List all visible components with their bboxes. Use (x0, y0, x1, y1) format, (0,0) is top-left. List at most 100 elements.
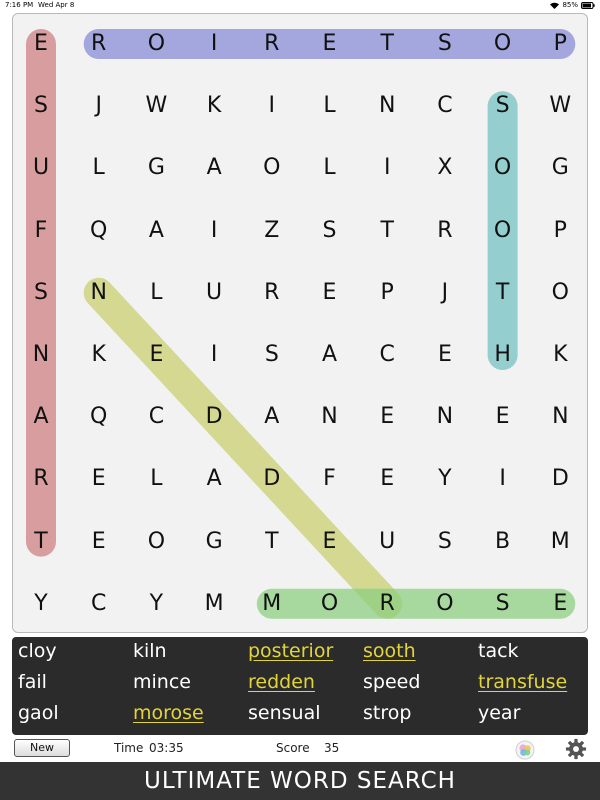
grid-cell-r8-c4[interactable]: T (243, 511, 301, 573)
grid-cell-r3-c4[interactable]: Z (243, 200, 301, 262)
grid-cell-r9-c8[interactable]: S (474, 573, 532, 635)
grid-cell-r2-c0[interactable]: U (12, 137, 70, 199)
grid-cell-r5-c8[interactable]: H (474, 324, 532, 386)
grid-cell-r3-c7[interactable]: R (416, 200, 474, 262)
grid-cell-r0-c7[interactable]: S (416, 13, 474, 75)
grid-cell-r3-c1[interactable]: Q (70, 200, 128, 262)
grid-cell-r6-c6[interactable]: E (358, 386, 416, 448)
grid-cell-r3-c2[interactable]: A (127, 200, 185, 262)
grid-cell-r5-c1[interactable]: K (70, 324, 128, 386)
grid-cell-r6-c4[interactable]: A (243, 386, 301, 448)
grid-cell-r1-c7[interactable]: C (416, 75, 474, 137)
grid-cell-r7-c1[interactable]: E (70, 448, 128, 510)
grid-cell-r8-c3[interactable]: G (185, 511, 243, 573)
grid-cell-r4-c4[interactable]: R (243, 262, 301, 324)
grid-cell-r2-c9[interactable]: G (531, 137, 589, 199)
grid-cell-r7-c6[interactable]: E (358, 448, 416, 510)
grid-cell-r2-c5[interactable]: L (301, 137, 359, 199)
grid-cell-r2-c8[interactable]: O (474, 137, 532, 199)
grid-cell-r5-c3[interactable]: I (185, 324, 243, 386)
grid-cell-r9-c6[interactable]: R (358, 573, 416, 635)
grid-cell-r5-c7[interactable]: E (416, 324, 474, 386)
grid-cell-r2-c1[interactable]: L (70, 137, 128, 199)
grid-cell-r7-c3[interactable]: A (185, 448, 243, 510)
grid-cell-r3-c8[interactable]: O (474, 200, 532, 262)
grid-cell-r4-c5[interactable]: E (301, 262, 359, 324)
puzzle-board[interactable]: EROIRETSOPSJWKILNCSWULGAOLIXOGFQAIZSTROP… (12, 13, 588, 633)
grid-cell-r7-c9[interactable]: D (531, 448, 589, 510)
grid-cell-r8-c2[interactable]: O (127, 511, 185, 573)
grid-cell-r5-c2[interactable]: E (127, 324, 185, 386)
grid-cell-r6-c9[interactable]: N (531, 386, 589, 448)
grid-cell-r5-c6[interactable]: C (358, 324, 416, 386)
grid-cell-r8-c5[interactable]: E (301, 511, 359, 573)
grid-cell-r6-c3[interactable]: D (185, 386, 243, 448)
grid-cell-r8-c6[interactable]: U (358, 511, 416, 573)
grid-cell-r6-c0[interactable]: A (12, 386, 70, 448)
grid-cell-r1-c5[interactable]: L (301, 75, 359, 137)
grid-cell-r6-c2[interactable]: C (127, 386, 185, 448)
grid-cell-r2-c3[interactable]: A (185, 137, 243, 199)
grid-cell-r5-c5[interactable]: A (301, 324, 359, 386)
grid-cell-r5-c0[interactable]: N (12, 324, 70, 386)
grid-cell-r4-c0[interactable]: S (12, 262, 70, 324)
grid-cell-r0-c1[interactable]: R (70, 13, 128, 75)
grid-cell-r3-c9[interactable]: P (531, 200, 589, 262)
new-game-button[interactable]: New (14, 739, 70, 757)
grid-cell-r0-c3[interactable]: I (185, 13, 243, 75)
grid-cell-r4-c2[interactable]: L (127, 262, 185, 324)
grid-cell-r8-c1[interactable]: E (70, 511, 128, 573)
grid-cell-r9-c3[interactable]: M (185, 573, 243, 635)
grid-cell-r5-c4[interactable]: S (243, 324, 301, 386)
grid-cell-r3-c6[interactable]: T (358, 200, 416, 262)
grid-cell-r0-c2[interactable]: O (127, 13, 185, 75)
grid-cell-r9-c4[interactable]: M (243, 573, 301, 635)
grid-cell-r4-c3[interactable]: U (185, 262, 243, 324)
grid-cell-r8-c8[interactable]: B (474, 511, 532, 573)
grid-cell-r7-c7[interactable]: Y (416, 448, 474, 510)
grid-cell-r1-c9[interactable]: W (531, 75, 589, 137)
gear-icon[interactable] (565, 738, 587, 763)
grid-cell-r4-c8[interactable]: T (474, 262, 532, 324)
grid-cell-r5-c9[interactable]: K (531, 324, 589, 386)
grid-cell-r1-c0[interactable]: S (12, 75, 70, 137)
grid-cell-r9-c1[interactable]: C (70, 573, 128, 635)
grid-cell-r0-c6[interactable]: T (358, 13, 416, 75)
grid-cell-r1-c1[interactable]: J (70, 75, 128, 137)
grid-cell-r7-c2[interactable]: L (127, 448, 185, 510)
grid-cell-r2-c2[interactable]: G (127, 137, 185, 199)
grid-cell-r7-c8[interactable]: I (474, 448, 532, 510)
grid-cell-r6-c5[interactable]: N (301, 386, 359, 448)
grid-cell-r9-c9[interactable]: E (531, 573, 589, 635)
grid-cell-r4-c7[interactable]: J (416, 262, 474, 324)
gamecenter-icon[interactable] (515, 740, 535, 763)
grid-cell-r3-c3[interactable]: I (185, 200, 243, 262)
grid-cell-r0-c9[interactable]: P (531, 13, 589, 75)
grid-cell-r4-c9[interactable]: O (531, 262, 589, 324)
grid-cell-r0-c0[interactable]: E (12, 13, 70, 75)
grid-cell-r9-c0[interactable]: Y (12, 573, 70, 635)
grid-cell-r6-c7[interactable]: N (416, 386, 474, 448)
grid-cell-r1-c3[interactable]: K (185, 75, 243, 137)
grid-cell-r7-c5[interactable]: F (301, 448, 359, 510)
grid-cell-r1-c8[interactable]: S (474, 75, 532, 137)
grid-cell-r6-c1[interactable]: Q (70, 386, 128, 448)
grid-cell-r0-c8[interactable]: O (474, 13, 532, 75)
grid-cell-r2-c4[interactable]: O (243, 137, 301, 199)
grid-cell-r3-c0[interactable]: F (12, 200, 70, 262)
grid-cell-r3-c5[interactable]: S (301, 200, 359, 262)
grid-cell-r4-c1[interactable]: N (70, 262, 128, 324)
grid-cell-r7-c0[interactable]: R (12, 448, 70, 510)
grid-cell-r8-c7[interactable]: S (416, 511, 474, 573)
grid-cell-r1-c4[interactable]: I (243, 75, 301, 137)
grid-cell-r1-c6[interactable]: N (358, 75, 416, 137)
grid-cell-r7-c4[interactable]: D (243, 448, 301, 510)
grid-cell-r2-c6[interactable]: I (358, 137, 416, 199)
grid-cell-r9-c2[interactable]: Y (127, 573, 185, 635)
grid-cell-r1-c2[interactable]: W (127, 75, 185, 137)
grid-cell-r2-c7[interactable]: X (416, 137, 474, 199)
grid-cell-r8-c9[interactable]: M (531, 511, 589, 573)
grid-cell-r0-c5[interactable]: E (301, 13, 359, 75)
grid-cell-r9-c5[interactable]: O (301, 573, 359, 635)
grid-cell-r6-c8[interactable]: E (474, 386, 532, 448)
